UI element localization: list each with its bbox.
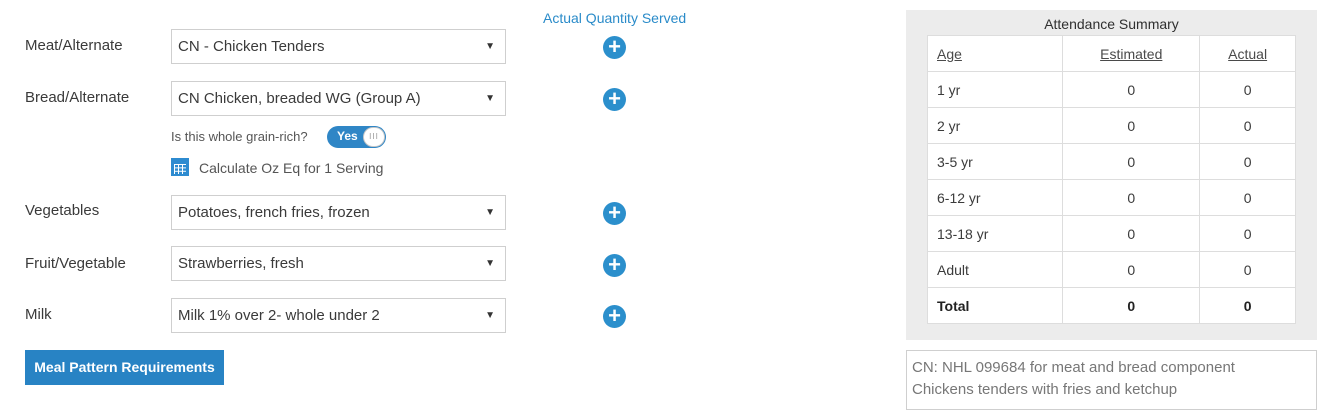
actual-cell: 0 xyxy=(1199,107,1296,144)
calculate-oz-eq-link[interactable]: Calculate Oz Eq for 1 Serving xyxy=(199,160,383,176)
column-header-estimated[interactable]: Estimated xyxy=(1062,35,1201,72)
age-cell: 1 yr xyxy=(926,71,1064,108)
total-actual: 0 xyxy=(1199,287,1296,324)
toggle-knob: III xyxy=(363,127,385,147)
estimated-cell: 0 xyxy=(1062,179,1201,216)
table-row: 3-5 yr 0 0 xyxy=(926,143,1296,180)
table-row: 1 yr 0 0 xyxy=(926,71,1296,108)
total-row: Total 0 0 xyxy=(926,287,1296,324)
meal-pattern-requirements-button[interactable]: Meal Pattern Requirements xyxy=(25,350,224,385)
column-header-age[interactable]: Age xyxy=(926,35,1064,72)
dropdown-arrow-icon: ▼ xyxy=(485,207,495,218)
milk-select[interactable]: Milk 1% over 2- whole under 2 ▼ xyxy=(171,298,506,333)
row-label-bread: Bread/Alternate xyxy=(25,89,130,106)
age-cell: Adult xyxy=(926,251,1064,288)
table-row: 2 yr 0 0 xyxy=(926,107,1296,144)
table-row: 6-12 yr 0 0 xyxy=(926,179,1296,216)
total-label: Total xyxy=(926,287,1064,324)
estimated-cell: 0 xyxy=(1062,71,1201,108)
attendance-summary-panel: Attendance Summary Age Estimated Actual … xyxy=(906,10,1317,340)
actual-cell: 0 xyxy=(1199,179,1296,216)
add-bread-quantity-button[interactable]: + xyxy=(603,88,626,111)
row-label-fruit: Fruit/Vegetable xyxy=(25,255,126,272)
total-estimated: 0 xyxy=(1062,287,1201,324)
dropdown-arrow-icon: ▼ xyxy=(485,93,495,104)
estimated-cell: 0 xyxy=(1062,107,1201,144)
table-row: Adult 0 0 xyxy=(926,251,1296,288)
fruit-select[interactable]: Strawberries, fresh ▼ xyxy=(171,246,506,281)
table-row: 13-18 yr 0 0 xyxy=(926,215,1296,252)
column-header-actual[interactable]: Actual xyxy=(1199,35,1296,72)
actual-cell: 0 xyxy=(1199,71,1296,108)
attendance-table: Age Estimated Actual 1 yr 0 0 2 yr 0 0 3… xyxy=(926,35,1296,324)
add-meat-quantity-button[interactable]: + xyxy=(603,36,626,59)
actual-cell: 0 xyxy=(1199,215,1296,252)
fruit-select-value: Strawberries, fresh xyxy=(178,255,304,272)
age-cell: 3-5 yr xyxy=(926,143,1064,180)
whole-grain-question: Is this whole grain-rich? xyxy=(171,129,308,144)
estimated-cell: 0 xyxy=(1062,143,1201,180)
dropdown-arrow-icon: ▼ xyxy=(485,258,495,269)
add-vegetables-quantity-button[interactable]: + xyxy=(603,202,626,225)
notes-line-1: CN: NHL 099684 for meat and bread compon… xyxy=(912,359,1235,376)
add-fruit-quantity-button[interactable]: + xyxy=(603,254,626,277)
meat-select[interactable]: CN - Chicken Tenders ▼ xyxy=(171,29,506,64)
actual-cell: 0 xyxy=(1199,143,1296,180)
estimated-cell: 0 xyxy=(1062,251,1201,288)
bread-select[interactable]: CN Chicken, breaded WG (Group A) ▼ xyxy=(171,81,506,116)
attendance-summary-title: Attendance Summary xyxy=(1044,16,1179,32)
calculator-icon[interactable] xyxy=(171,158,189,176)
toggle-yes-label: Yes xyxy=(337,129,358,143)
age-cell: 13-18 yr xyxy=(926,215,1064,252)
row-label-milk: Milk xyxy=(25,306,52,323)
notes-textarea[interactable]: CN: NHL 099684 for meat and bread compon… xyxy=(906,350,1317,410)
whole-grain-toggle[interactable]: Yes III xyxy=(327,126,386,148)
actual-quantity-header: Actual Quantity Served xyxy=(543,10,687,26)
meat-select-value: CN - Chicken Tenders xyxy=(178,38,325,55)
dropdown-arrow-icon: ▼ xyxy=(485,310,495,321)
dropdown-arrow-icon: ▼ xyxy=(485,41,495,52)
table-header-row: Age Estimated Actual xyxy=(926,35,1296,72)
estimated-cell: 0 xyxy=(1062,215,1201,252)
add-milk-quantity-button[interactable]: + xyxy=(603,305,626,328)
bread-select-value: CN Chicken, breaded WG (Group A) xyxy=(178,90,421,107)
vegetables-select-value: Potatoes, french fries, frozen xyxy=(178,204,370,221)
age-cell: 6-12 yr xyxy=(926,179,1064,216)
actual-cell: 0 xyxy=(1199,251,1296,288)
notes-line-2: Chickens tenders with fries and ketchup xyxy=(912,381,1178,398)
milk-select-value: Milk 1% over 2- whole under 2 xyxy=(178,307,380,324)
row-label-vegetables: Vegetables xyxy=(25,202,100,219)
age-cell: 2 yr xyxy=(926,107,1064,144)
vegetables-select[interactable]: Potatoes, french fries, frozen ▼ xyxy=(171,195,506,230)
row-label-meat: Meat/Alternate xyxy=(25,37,123,54)
